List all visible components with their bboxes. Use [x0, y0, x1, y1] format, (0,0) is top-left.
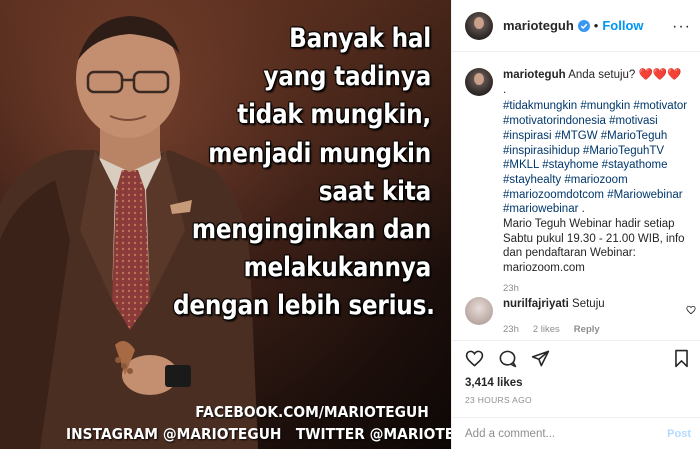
hashtag[interactable]: #stayhome — [542, 159, 601, 171]
comment-bubble-icon[interactable] — [498, 349, 517, 368]
hashtag[interactable]: #mungkin — [580, 100, 633, 112]
quote-text: Banyak hal yang tadinya tidak mungkin, m… — [173, 20, 435, 326]
caption-time[interactable]: 23h — [503, 282, 693, 297]
comment-input[interactable] — [465, 425, 655, 443]
quote-line: saat kita — [318, 175, 431, 207]
quote-line: Banyak hal — [289, 23, 431, 54]
hashtag[interactable]: #stayhealty — [503, 174, 564, 186]
quote-line: menjadi mungkin — [208, 137, 431, 169]
comment-likes[interactable]: 2 likes — [533, 323, 560, 337]
caption-text: Anda setuju? ❤️❤️❤️ — [568, 69, 682, 81]
tags-end: . — [578, 203, 585, 216]
quote-line: tidak mungkin, — [237, 99, 431, 131]
like-heart-icon[interactable] — [465, 349, 484, 368]
hashtag[interactable]: #motivasi — [609, 115, 658, 127]
hashtag[interactable]: #mariowebinar — [503, 203, 578, 215]
quote-line: menginginkan dan — [191, 214, 431, 246]
comment-time[interactable]: 23h — [503, 323, 519, 337]
likes-count[interactable]: 3,414 likes — [465, 377, 523, 389]
header-username[interactable]: marioteguh — [503, 18, 574, 33]
add-comment-bar: Post — [452, 417, 700, 449]
quote-line: yang tadinya — [263, 61, 431, 93]
header-separator: • — [593, 18, 599, 33]
hashtag[interactable]: #inspirasihidup — [503, 145, 583, 157]
hashtag[interactable]: #mariozoom — [564, 174, 627, 186]
post-caption: marioteguh Anda setuju? ❤️❤️❤️ . #tidakm… — [465, 68, 693, 297]
hashtag[interactable]: #MTGW — [555, 130, 601, 142]
instagram-post: Banyak hal yang tadinya tidak mungkin, m… — [0, 0, 700, 449]
post-comment-button[interactable]: Post — [667, 428, 691, 440]
facebook-credit: FACEBOOK.COM/MARIOTEGUH — [195, 403, 429, 421]
quote-line: melakukannya — [243, 252, 432, 284]
hashtag[interactable]: #MarioTeguhTV — [583, 145, 664, 157]
comment-text: Setuju — [572, 298, 605, 310]
caption-username[interactable]: marioteguh — [503, 69, 566, 81]
comment-like-heart-icon[interactable] — [686, 305, 696, 315]
share-send-icon[interactable] — [531, 349, 550, 368]
social-credit: INSTAGRAM @MARIOTEGUH TWITTER @MARIOTEGU… — [66, 425, 451, 443]
post-header: marioteguh • Follow ··· — [452, 0, 700, 52]
hashtag[interactable]: #MarioTeguh — [601, 130, 667, 142]
hashtag[interactable]: #motivatorindonesia — [503, 115, 609, 127]
caption-avatar[interactable] — [465, 68, 493, 96]
save-bookmark-icon[interactable] — [672, 349, 691, 368]
hashtag[interactable]: #mariozoomdotcom — [503, 189, 607, 201]
quote-line: dengan lebih serius. — [173, 290, 435, 322]
hashtag[interactable]: #stayathome — [602, 159, 668, 171]
hashtag[interactable]: #tidakmungkin — [503, 100, 580, 112]
caption-dot: . — [503, 83, 507, 96]
comment-item: nurilfajriyati Setuju 23h 2 likes Reply — [465, 297, 695, 337]
hashtag-list: #tidakmungkin #mungkin #motivator #motiv… — [503, 99, 693, 217]
post-side-panel: marioteguh • Follow ··· marioteguh Anda … — [451, 0, 700, 449]
hashtag[interactable]: #MKLL — [503, 159, 542, 171]
hashtag[interactable]: #motivator — [633, 100, 687, 112]
more-options-icon[interactable]: ··· — [672, 18, 691, 36]
posted-time[interactable]: 23 HOURS AGO — [465, 395, 532, 405]
follow-button[interactable]: Follow — [602, 18, 643, 33]
hashtag[interactable]: #Mariowebinar — [607, 189, 682, 201]
profile-avatar[interactable] — [465, 11, 493, 40]
reply-button[interactable]: Reply — [574, 323, 600, 337]
commenter-avatar[interactable] — [465, 297, 493, 325]
hashtag[interactable]: #inspirasi — [503, 130, 555, 142]
verified-badge-icon — [577, 19, 590, 32]
webinar-text: Mario Teguh Webinar hadir setiap Sabtu p… — [503, 218, 685, 275]
commenter-username[interactable]: nurilfajriyati — [503, 298, 569, 310]
post-photo[interactable]: Banyak hal yang tadinya tidak mungkin, m… — [0, 0, 451, 449]
